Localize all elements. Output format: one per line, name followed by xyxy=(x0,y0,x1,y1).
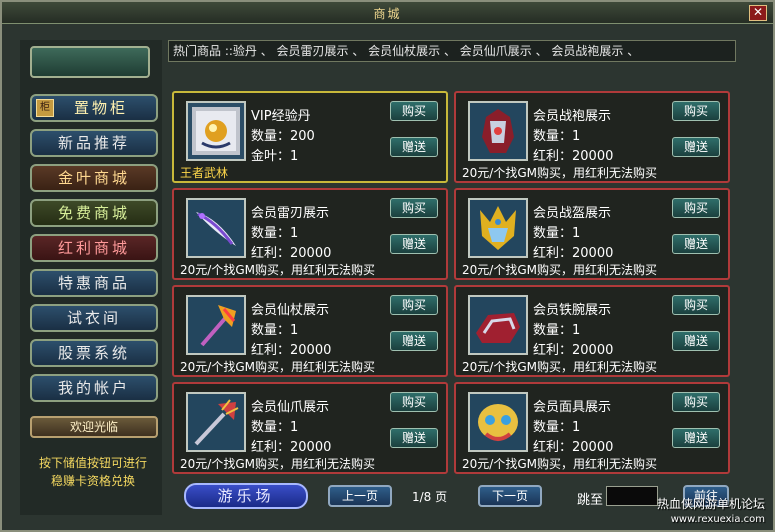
item-name: 会员战盔展示 xyxy=(533,206,612,221)
buy-button[interactable]: 购买 xyxy=(672,198,720,218)
item-card[interactable]: 会员仙杖展示 数量：1 红利：20000 20元/个找GM购买，用红利无法购买 … xyxy=(172,285,448,377)
item-note: 20元/个找GM购买，用红利无法购买 xyxy=(462,360,657,374)
item-card[interactable]: 会员雷刃展示 数量：1 红利：20000 20元/个找GM购买，用红利无法购买 … xyxy=(172,188,448,280)
item-note: 20元/个找GM购买，用红利无法购买 xyxy=(462,166,657,180)
gift-button[interactable]: 赠送 xyxy=(672,428,720,448)
sidebar-item-specials[interactable]: 特惠商品 xyxy=(30,269,158,297)
item-card[interactable]: 会员战盔展示 数量：1 红利：20000 20元/个找GM购买，用红利无法购买 … xyxy=(454,188,730,280)
item-price: 红利：20000 xyxy=(533,149,614,164)
item-price: 红利：20000 xyxy=(533,440,614,455)
gift-button[interactable]: 赠送 xyxy=(672,234,720,254)
armor-icon xyxy=(468,101,528,161)
helmet-icon xyxy=(468,198,528,258)
buy-button[interactable]: 购买 xyxy=(390,198,438,218)
item-grid: VIP经验丹 数量：200 金叶：1 王者武林 购买 赠送 会员战袍展示 数量：… xyxy=(172,91,732,475)
item-note: 20元/个找GM购买，用红利无法购买 xyxy=(180,263,375,277)
welcome-label: 欢迎光临 xyxy=(30,416,158,438)
item-price: 红利：20000 xyxy=(251,246,332,261)
item-card[interactable]: 会员铁腕展示 数量：1 红利：20000 20元/个找GM购买，用红利无法购买 … xyxy=(454,285,730,377)
item-quantity: 数量：1 xyxy=(533,323,581,338)
item-card[interactable]: 会员战袍展示 数量：1 红利：20000 20元/个找GM购买，用红利无法购买 … xyxy=(454,91,730,183)
watermark-url: www.rexuexia.com xyxy=(670,514,765,525)
title-bar[interactable]: 商城 ✕ xyxy=(2,2,773,24)
item-quantity: 数量：200 xyxy=(251,129,315,144)
staff-icon xyxy=(186,295,246,355)
item-name: VIP经验丹 xyxy=(251,109,311,124)
chest-icon: 柜 xyxy=(36,99,54,117)
jump-label: 跳至 xyxy=(577,493,604,508)
buy-button[interactable]: 购买 xyxy=(672,101,720,121)
close-button[interactable]: ✕ xyxy=(749,5,767,21)
item-name: 会员铁腕展示 xyxy=(533,303,612,318)
blade-icon xyxy=(186,198,246,258)
buy-button[interactable]: 购买 xyxy=(390,295,438,315)
item-price: 红利：20000 xyxy=(533,246,614,261)
hot-items-ticker: 热门商品 ::验丹 、 会员雷刃展示 、 会员仙杖展示 、 会员仙爪展示 、 会… xyxy=(168,40,736,62)
item-price: 红利：20000 xyxy=(533,343,614,358)
sidebar-item-label: 置物柜 xyxy=(73,99,128,117)
item-name: 会员仙爪展示 xyxy=(251,400,330,415)
item-note: 20元/个找GM购买，用红利无法购买 xyxy=(180,360,375,374)
gift-button[interactable]: 赠送 xyxy=(390,234,438,254)
jump-page-input[interactable] xyxy=(606,486,658,506)
sidebar-item-stock-system[interactable]: 股票系统 xyxy=(30,339,158,367)
gift-button[interactable]: 赠送 xyxy=(672,137,720,157)
site-watermark: 热血侠网游单机论坛 www.rexuexia.com xyxy=(657,496,765,528)
buy-button[interactable]: 购买 xyxy=(390,392,438,412)
item-note: 20元/个找GM购买，用红利无法购买 xyxy=(180,457,375,471)
item-quantity: 数量：1 xyxy=(251,226,299,241)
sidebar-item-fitting-room[interactable]: 试衣间 xyxy=(30,304,158,332)
window-title: 商城 xyxy=(373,7,402,21)
buy-button[interactable]: 购买 xyxy=(672,295,720,315)
sidebar-item-bonus-shop[interactable]: 红利商城 xyxy=(30,234,158,262)
item-card[interactable]: 会员面具展示 数量：1 红利：20000 20元/个找GM购买，用红利无法购买 … xyxy=(454,382,730,474)
sidebar-item-gold-leaf-shop[interactable]: 金叶商城 xyxy=(30,164,158,192)
page-indicator: 1/8 页 xyxy=(412,490,448,504)
item-quantity: 数量：1 xyxy=(533,226,581,241)
buy-button[interactable]: 购买 xyxy=(672,392,720,412)
item-quantity: 数量：1 xyxy=(533,129,581,144)
item-quantity: 数量：1 xyxy=(251,420,299,435)
ticker-text: :验丹 、 会员雷刃展示 、 会员仙杖展示 、 会员仙爪展示 、 会员战袍展示 … xyxy=(228,44,640,58)
recharge-tip: 按下储值按钮可进行 稳赚卡资格兑换 xyxy=(26,454,160,490)
next-page-button[interactable]: 下一页 xyxy=(478,485,542,507)
item-price: 红利：20000 xyxy=(251,440,332,455)
orb-icon xyxy=(186,101,246,161)
sidebar: 柜 置物柜 新品推荐 金叶商城 免费商城 红利商城 特惠商品 试衣间 股票系统 … xyxy=(20,40,162,515)
gift-button[interactable]: 赠送 xyxy=(390,137,438,157)
item-price: 红利：20000 xyxy=(251,343,332,358)
amusement-park-button[interactable]: 游乐场 xyxy=(184,483,308,509)
item-quantity: 数量：1 xyxy=(533,420,581,435)
item-name: 会员战袍展示 xyxy=(533,109,612,124)
item-name: 会员仙杖展示 xyxy=(251,303,330,318)
item-price: 金叶：1 xyxy=(251,149,299,164)
sidebar-item-new-products[interactable]: 新品推荐 xyxy=(30,129,158,157)
item-quantity: 数量：1 xyxy=(251,323,299,338)
gift-button[interactable]: 赠送 xyxy=(672,331,720,351)
gift-button[interactable]: 赠送 xyxy=(390,331,438,351)
buy-button[interactable]: 购买 xyxy=(390,101,438,121)
mask-icon xyxy=(468,392,528,452)
sidebar-nav: 柜 置物柜 新品推荐 金叶商城 免费商城 红利商城 特惠商品 试衣间 股票系统 … xyxy=(30,94,158,409)
sidebar-item-my-account[interactable]: 我的帐户 xyxy=(30,374,158,402)
item-note: 20元/个找GM购买，用红利无法购买 xyxy=(462,263,657,277)
tip-line: 稳赚卡资格兑换 xyxy=(50,474,135,488)
item-card[interactable]: 会员仙爪展示 数量：1 红利：20000 20元/个找GM购买，用红利无法购买 … xyxy=(172,382,448,474)
claw-icon xyxy=(186,392,246,452)
item-note: 王者武林 xyxy=(180,166,229,180)
prev-page-button[interactable]: 上一页 xyxy=(328,485,392,507)
sidebar-header-panel xyxy=(30,46,150,78)
item-note: 20元/个找GM购买，用红利无法购买 xyxy=(462,457,657,471)
gauntlet-icon xyxy=(468,295,528,355)
sidebar-item-free-shop[interactable]: 免费商城 xyxy=(30,199,158,227)
gift-button[interactable]: 赠送 xyxy=(390,428,438,448)
ticker-label: 热门商品 : xyxy=(173,44,229,58)
shop-window: 商城 ✕ 柜 置物柜 新品推荐 金叶商城 免费商城 红利商城 特惠商品 试衣间 … xyxy=(0,0,775,532)
item-name: 会员面具展示 xyxy=(533,400,612,415)
sidebar-item-locker[interactable]: 柜 置物柜 xyxy=(30,94,158,122)
tip-line: 按下储值按钮可进行 xyxy=(38,456,147,470)
watermark-title: 热血侠网游单机论坛 xyxy=(656,497,765,511)
item-name: 会员雷刃展示 xyxy=(251,206,330,221)
item-card[interactable]: VIP经验丹 数量：200 金叶：1 王者武林 购买 赠送 xyxy=(172,91,448,183)
